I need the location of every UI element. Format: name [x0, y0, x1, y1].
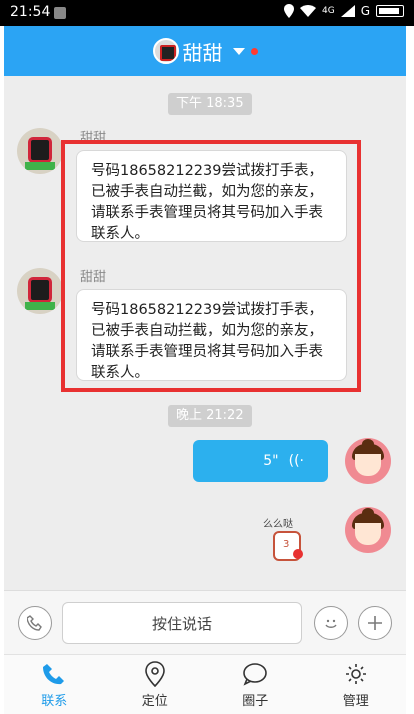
emoji-icon[interactable] — [314, 606, 348, 640]
sound-wave-icon: ((· — [288, 453, 304, 469]
tab-label: 定位 — [141, 693, 168, 709]
status-bar: 21:54 4G G — [0, 0, 414, 26]
my-avatar[interactable] — [345, 438, 391, 484]
input-bar: 按住说话 — [4, 590, 406, 654]
chat-header[interactable]: 甜甜 — [4, 26, 406, 76]
signal-label: G — [360, 4, 370, 18]
timestamp-badge: 下午 18:35 — [168, 93, 252, 115]
highlight-annotation-box — [61, 140, 361, 392]
voice-message-bubble[interactable]: 5" ((· — [193, 440, 328, 482]
sticker-caption: 么么哒 — [263, 519, 293, 530]
contact-avatar-icon — [152, 38, 179, 64]
status-time: 21:54 — [10, 4, 51, 20]
phone-call-icon[interactable] — [18, 606, 52, 640]
bottom-tab-bar: 联系 定位 圈子 管理 — [4, 654, 406, 714]
status-indicators: 4G G — [283, 4, 404, 18]
my-avatar[interactable] — [345, 507, 391, 553]
timestamp-badge: 晚上 21:22 — [168, 405, 252, 427]
sender-avatar[interactable] — [17, 128, 63, 174]
notification-icon — [54, 7, 66, 19]
unread-dot-badge — [250, 47, 258, 55]
heart-icon — [293, 549, 303, 559]
add-icon[interactable] — [358, 606, 392, 640]
page-title: 甜甜 — [182, 40, 223, 65]
avatar-face — [355, 454, 381, 476]
network-type-label: 4G — [321, 6, 335, 16]
phone-icon — [41, 661, 67, 687]
location-status-icon — [283, 4, 294, 18]
watch-icon — [28, 137, 52, 163]
avatar-face — [355, 523, 381, 545]
sticker-message[interactable]: 么么哒 3 — [263, 515, 313, 570]
tab-manage[interactable]: 管理 — [306, 655, 407, 714]
tab-location[interactable]: 定位 — [105, 655, 206, 714]
watch-strap — [25, 162, 55, 170]
gear-icon — [343, 661, 369, 687]
sticker-number: 3 — [283, 539, 290, 550]
wifi-icon — [299, 5, 316, 17]
chevron-down-icon[interactable] — [232, 47, 245, 55]
chat-circle-icon — [242, 661, 268, 687]
tab-contacts[interactable]: 联系 — [4, 655, 105, 714]
tab-label: 管理 — [342, 693, 369, 709]
tab-circle[interactable]: 圈子 — [205, 655, 306, 714]
battery-icon — [376, 5, 404, 17]
location-pin-icon — [142, 660, 168, 687]
tab-label: 联系 — [41, 693, 68, 709]
watch-icon — [28, 277, 52, 303]
signal-icon — [340, 5, 355, 17]
sender-avatar[interactable] — [17, 268, 63, 314]
tab-label: 圈子 — [242, 693, 269, 709]
watch-strap — [25, 302, 55, 310]
press-to-talk-button[interactable]: 按住说话 — [62, 602, 302, 644]
voice-duration: 5" — [263, 453, 279, 469]
